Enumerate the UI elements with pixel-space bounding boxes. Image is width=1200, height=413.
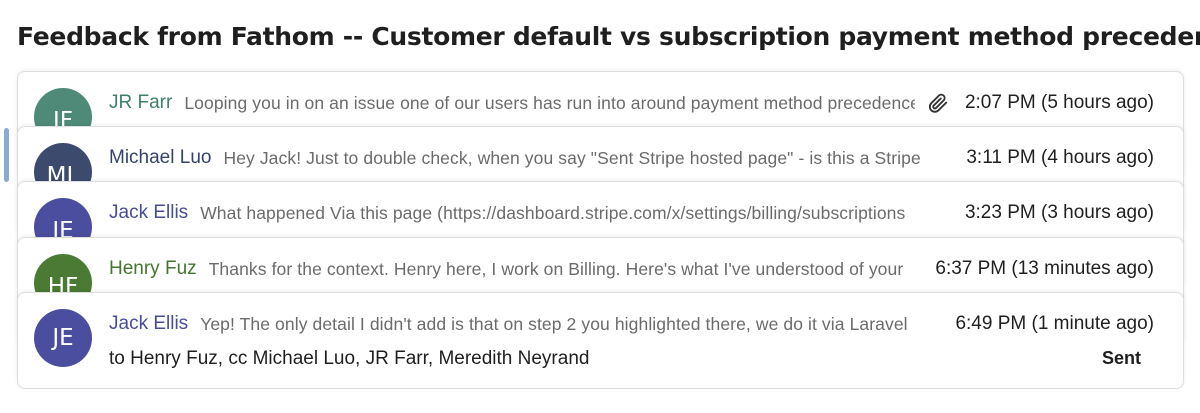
message-snippet: Hey Jack! Just to double check, when you…: [223, 147, 921, 168]
message-header: JR Farr Looping you in on an issue one o…: [109, 89, 1154, 117]
message-header: Michael Luo Hey Jack! Just to double che…: [109, 144, 1154, 172]
sender-name: JR Farr: [109, 92, 173, 113]
message-time: 3:11 PM (4 hours ago): [966, 147, 1154, 168]
message-header: Jack Ellis What happened Via this page (…: [109, 199, 1154, 227]
message-snippet: Thanks for the context. Henry here, I wo…: [208, 258, 904, 279]
message-header: Henry Fuz Thanks for the context. Henry …: [109, 255, 1154, 283]
sender-name: Jack Ellis: [109, 313, 189, 334]
sender-name: Michael Luo: [109, 147, 212, 168]
sender-name: Henry Fuz: [109, 258, 197, 279]
avatar: JE: [34, 309, 92, 367]
message-time: 6:37 PM (13 minutes ago): [935, 258, 1154, 279]
sender-name: Jack Ellis: [109, 202, 189, 223]
message-snippet: Yep! The only detail I didn't add is tha…: [200, 313, 908, 334]
paperclip-icon: [927, 92, 949, 114]
message-snippet: What happened Via this page (https://das…: [200, 202, 906, 223]
message-time: 3:23 PM (3 hours ago): [964, 202, 1154, 223]
message-time: 2:07 PM (5 hours ago): [964, 92, 1154, 113]
scroll-indicator[interactable]: [4, 128, 9, 182]
message-snippet: Looping you in on an issue one of our us…: [184, 92, 915, 113]
message-header: Jack Ellis Yep! The only detail I didn't…: [109, 310, 1154, 338]
mail-thread-view: Feedback from Fathom -- Customer default…: [0, 0, 1200, 413]
sent-status: Sent: [1101, 348, 1141, 368]
thread-title: Feedback from Fathom -- Customer default…: [17, 22, 1200, 51]
message-time: 6:49 PM (1 minute ago): [955, 313, 1154, 334]
message-card-latest[interactable]: JE Jack Ellis Yep! The only detail I did…: [17, 292, 1184, 389]
recipients-line: to Henry Fuz, cc Michael Luo, JR Farr, M…: [109, 348, 590, 369]
message-stack: JF JR Farr Looping you in on an issue on…: [17, 71, 1184, 391]
